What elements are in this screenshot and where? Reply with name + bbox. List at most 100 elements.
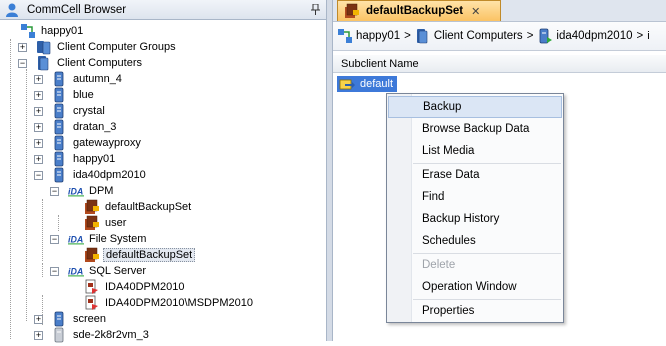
expand-icon[interactable]: + bbox=[34, 155, 43, 164]
menu-item-operation-window[interactable]: Operation Window bbox=[388, 276, 562, 298]
breadcrumb-label-truncated[interactable]: i bbox=[647, 30, 649, 42]
commcell-icon bbox=[337, 28, 353, 44]
tree-node-autumn-4[interactable]: autumn_4 bbox=[52, 71, 124, 87]
breadcrumb-label: Client Computers bbox=[433, 30, 523, 42]
tree-node-label: sde-2k8r2vm_3 bbox=[73, 329, 149, 341]
tree-node-label: ida40dpm2010 bbox=[73, 169, 146, 181]
expand-icon[interactable]: + bbox=[18, 43, 27, 52]
tree-node-happy01[interactable]: happy01 bbox=[20, 23, 85, 39]
tree-node-sql-server[interactable]: iDA SQL Server bbox=[68, 263, 148, 279]
collapse-icon[interactable]: − bbox=[50, 267, 59, 276]
sql-instance-icon bbox=[84, 279, 100, 295]
tree-node-label: crystal bbox=[73, 105, 105, 117]
svg-text:iDA: iDA bbox=[68, 235, 83, 245]
browser-title: CommCell Browser bbox=[27, 3, 127, 16]
menu-item-label: Backup bbox=[423, 101, 462, 113]
client-icon bbox=[52, 167, 68, 183]
menu-item-label: Erase Data bbox=[422, 169, 480, 181]
client-group-icon bbox=[36, 39, 52, 55]
tree-connector-line bbox=[42, 263, 43, 277]
context-menu: Backup Browse Backup Data List Media Erase … bbox=[386, 93, 564, 323]
tree-connector-line bbox=[58, 215, 59, 231]
tree-node-label: defaultBackupSet bbox=[105, 201, 192, 213]
sql-instance-icon bbox=[84, 295, 100, 311]
tree-node-label: Client Computer Groups bbox=[57, 41, 176, 53]
ida-icon: iDA bbox=[68, 183, 84, 199]
svg-text:iDA: iDA bbox=[68, 187, 83, 197]
tree-node-dpm[interactable]: iDA DPM bbox=[68, 183, 115, 199]
client-icon bbox=[52, 87, 68, 103]
expand-icon[interactable]: + bbox=[34, 331, 43, 340]
client-icon bbox=[52, 151, 68, 167]
svg-text:iDA: iDA bbox=[68, 267, 83, 277]
tab-title: defaultBackupSet bbox=[366, 5, 464, 17]
commcell-browser-panel: CommCell Browser happy01 + Client Computer… bbox=[0, 0, 326, 343]
tree-node-ida40dpm2010[interactable]: ida40dpm2010 bbox=[52, 167, 148, 183]
expand-icon[interactable]: + bbox=[34, 123, 43, 132]
collapse-icon[interactable]: − bbox=[18, 59, 27, 68]
menu-item-find[interactable]: Find bbox=[388, 186, 562, 208]
collapse-icon[interactable]: − bbox=[34, 171, 43, 180]
menu-item-backup-history[interactable]: Backup History bbox=[388, 208, 562, 230]
tree-node-gatewayproxy[interactable]: gatewayproxy bbox=[52, 135, 143, 151]
breadcrumb-item-client-computers[interactable]: Client Computers bbox=[415, 28, 523, 44]
client-icon bbox=[537, 28, 553, 44]
tree-node-screen[interactable]: screen bbox=[52, 311, 108, 327]
tree-node-user[interactable]: user bbox=[84, 215, 128, 231]
tree-node-ida40dpm2010-msdpm2010[interactable]: IDA40DPM2010\MSDPM2010 bbox=[84, 295, 255, 311]
tree-node-defaultbackupset[interactable]: defaultBackupSet bbox=[84, 247, 196, 263]
tree-node-crystal[interactable]: crystal bbox=[52, 103, 107, 119]
collapse-icon[interactable]: − bbox=[50, 235, 59, 244]
client-icon bbox=[52, 311, 68, 327]
menu-item-browse-backup-data[interactable]: Browse Backup Data bbox=[388, 118, 562, 140]
tree-node-client-computer-groups[interactable]: Client Computer Groups bbox=[36, 39, 178, 55]
menu-item-properties[interactable]: Properties bbox=[388, 300, 562, 322]
menu-item-list-media[interactable]: List Media bbox=[388, 140, 562, 162]
tab-strip: defaultBackupSet ✕ bbox=[333, 0, 666, 22]
tree-node-dratan-3[interactable]: dratan_3 bbox=[52, 119, 118, 135]
list-item[interactable]: default bbox=[337, 76, 397, 92]
menu-item-schedules[interactable]: Schedules bbox=[388, 230, 562, 252]
tree-node-label: autumn_4 bbox=[73, 73, 122, 85]
expand-icon[interactable]: + bbox=[34, 107, 43, 116]
backupset-icon bbox=[84, 215, 100, 231]
tree-node-client-computers[interactable]: Client Computers bbox=[36, 55, 144, 71]
tree-node-label: defaultBackupSet bbox=[103, 248, 196, 262]
tree-connector-line bbox=[42, 295, 43, 325]
close-tab-icon[interactable]: ✕ bbox=[471, 5, 480, 18]
expand-icon[interactable]: + bbox=[34, 139, 43, 148]
tree-node-happy01[interactable]: happy01 bbox=[52, 151, 117, 167]
tree-node-label: dratan_3 bbox=[73, 121, 117, 133]
breadcrumb-separator: > bbox=[526, 30, 534, 42]
backupset-icon bbox=[84, 199, 100, 215]
ida-icon: iDA bbox=[68, 231, 84, 247]
expand-icon[interactable]: + bbox=[34, 91, 43, 100]
menu-item-backup[interactable]: Backup bbox=[388, 96, 562, 118]
collapse-icon[interactable]: − bbox=[50, 187, 59, 196]
tree-node-defaultbackupset[interactable]: defaultBackupSet bbox=[84, 199, 193, 215]
menu-item-label: Schedules bbox=[422, 235, 476, 247]
menu-item-label: Backup History bbox=[422, 213, 500, 225]
client-icon bbox=[52, 135, 68, 151]
breadcrumb-item-client[interactable]: ida40dpm2010 bbox=[537, 28, 633, 44]
expand-icon[interactable]: + bbox=[34, 75, 43, 84]
tree-node-blue[interactable]: blue bbox=[52, 87, 96, 103]
tab-defaultbackupset[interactable]: defaultBackupSet ✕ bbox=[337, 0, 501, 21]
breadcrumb-item-commcell[interactable]: happy01 bbox=[337, 28, 400, 44]
client-icon bbox=[52, 103, 68, 119]
menu-item-label: Browse Backup Data bbox=[422, 123, 530, 135]
tree-connector-line bbox=[26, 69, 27, 321]
tree-node-file-system[interactable]: iDA File System bbox=[68, 231, 148, 247]
menu-item-label: Operation Window bbox=[422, 281, 517, 293]
tree-node-ida40dpm2010[interactable]: IDA40DPM2010 bbox=[84, 279, 187, 295]
tree-node-label: DPM bbox=[89, 185, 114, 197]
commcell-browser-icon bbox=[4, 2, 20, 18]
panel-splitter[interactable] bbox=[326, 0, 333, 341]
pin-icon[interactable] bbox=[311, 4, 320, 15]
column-header-subclient-name[interactable]: Subclient Name bbox=[333, 55, 666, 73]
menu-item-label: List Media bbox=[422, 145, 475, 157]
tree-node-label: user bbox=[105, 217, 127, 229]
tree-node-label: blue bbox=[73, 89, 94, 101]
tree-node-label: screen bbox=[73, 313, 107, 325]
menu-item-erase-data[interactable]: Erase Data bbox=[388, 164, 562, 186]
